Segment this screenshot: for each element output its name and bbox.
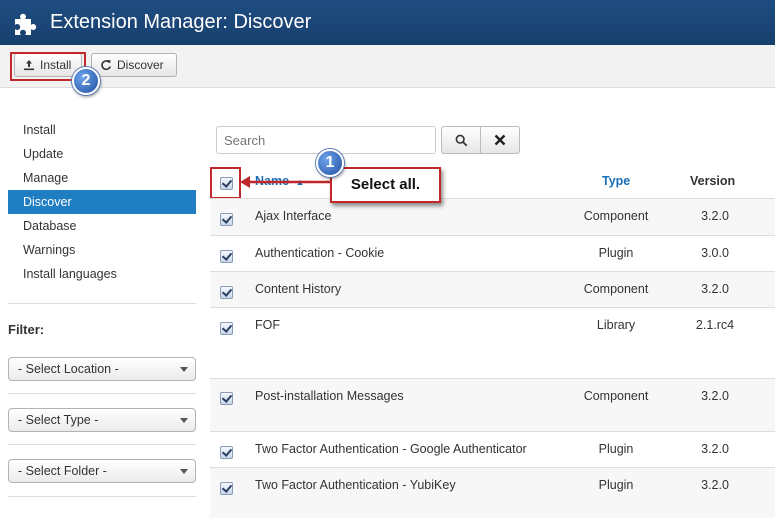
sidebar: Install Update Manage Discover Database …	[8, 118, 196, 286]
extension-type: Component	[583, 389, 649, 403]
row-checkbox[interactable]	[220, 250, 233, 263]
row-checkbox[interactable]	[220, 286, 233, 299]
refresh-icon	[101, 60, 111, 71]
type-select-value: - Select Type -	[18, 413, 99, 427]
table-row[interactable]: Authentication - Cookie Plugin 3.0.0	[210, 235, 775, 271]
extension-type: Plugin	[598, 246, 634, 260]
chevron-down-icon	[180, 367, 188, 372]
step-2-badge: 2	[72, 67, 100, 95]
column-header-version: Version	[690, 174, 736, 188]
table-row[interactable]: Post-installation Messages Component 3.2…	[210, 378, 775, 431]
folder-select[interactable]: - Select Folder -	[8, 459, 196, 483]
sidebar-item-database[interactable]: Database	[8, 214, 196, 238]
table-row[interactable]: Two Factor Authentication - YubiKey Plug…	[210, 467, 775, 518]
install-button-label: Install	[40, 58, 72, 72]
puzzle-icon	[15, 13, 37, 35]
row-checkbox[interactable]	[220, 392, 233, 405]
upload-icon	[24, 60, 34, 71]
extension-version: 3.2.0	[701, 442, 729, 456]
select-all-checkbox[interactable]	[220, 177, 233, 190]
row-checkbox[interactable]	[220, 482, 233, 495]
extension-name: FOF	[255, 318, 280, 332]
location-select[interactable]: - Select Location -	[8, 357, 196, 381]
extension-name: Two Factor Authentication - YubiKey	[255, 478, 456, 492]
sidebar-item-update[interactable]: Update	[8, 142, 196, 166]
discover-button-label: Discover	[117, 58, 164, 72]
sidebar-item-discover[interactable]: Discover	[8, 190, 196, 214]
row-checkbox[interactable]	[220, 322, 233, 335]
chevron-down-icon	[180, 418, 188, 423]
sidebar-item-warnings[interactable]: Warnings	[8, 238, 196, 262]
extension-type: Library	[596, 318, 636, 332]
location-select-value: - Select Location -	[18, 362, 119, 376]
extension-name: Post-installation Messages	[255, 389, 404, 403]
table-row[interactable]: Two Factor Authentication - Google Authe…	[210, 431, 775, 467]
extension-type: Plugin	[598, 478, 634, 492]
callout-arrow	[240, 176, 332, 188]
extension-version: 3.2.0	[701, 282, 729, 296]
page-title: Extension Manager: Discover	[50, 11, 312, 33]
extension-version: 3.2.0	[701, 389, 729, 403]
extension-type: Component	[583, 282, 649, 296]
toolbar: Install Discover	[0, 45, 775, 88]
extension-version: 3.0.0	[701, 246, 729, 260]
extension-name: Ajax Interface	[255, 209, 332, 223]
table-row[interactable]: Content History Component 3.2.0	[210, 271, 775, 307]
search-icon	[455, 134, 467, 146]
close-icon	[494, 134, 506, 146]
row-checkbox[interactable]	[220, 446, 233, 459]
folder-select-value: - Select Folder -	[18, 464, 107, 478]
chevron-down-icon	[180, 469, 188, 474]
extension-name: Two Factor Authentication - Google Authe…	[255, 442, 527, 456]
row-checkbox[interactable]	[220, 213, 233, 226]
table-row[interactable]: Ajax Interface Component 3.2.0	[210, 198, 775, 235]
extension-type: Plugin	[598, 442, 634, 456]
sidebar-item-install[interactable]: Install	[8, 118, 196, 142]
sidebar-item-install-languages[interactable]: Install languages	[8, 262, 196, 286]
search-button[interactable]	[441, 126, 481, 154]
extension-version: 2.1.rc4	[695, 318, 735, 332]
filter-title: Filter:	[8, 322, 45, 337]
extension-version: 3.2.0	[701, 478, 729, 492]
extension-name: Authentication - Cookie	[255, 246, 385, 260]
divider	[8, 444, 196, 445]
divider	[8, 303, 196, 304]
divider	[8, 393, 196, 394]
sidebar-item-manage[interactable]: Manage	[8, 166, 196, 190]
extension-type: Component	[583, 209, 649, 223]
title-bar: Extension Manager: Discover	[0, 0, 775, 45]
column-header-type[interactable]: Type	[602, 174, 630, 188]
type-select[interactable]: - Select Type -	[8, 408, 196, 432]
discover-button[interactable]: Discover	[91, 53, 177, 77]
clear-search-button[interactable]	[480, 126, 520, 154]
extension-version: 3.2.0	[701, 209, 729, 223]
install-button[interactable]: Install	[14, 53, 82, 77]
step-1-badge: 1	[316, 149, 344, 177]
select-all-callout: Select all.	[330, 167, 441, 203]
table-row[interactable]: FOF Library 2.1.rc4	[210, 307, 775, 378]
divider	[8, 496, 196, 497]
extension-name: Content History	[255, 282, 342, 296]
